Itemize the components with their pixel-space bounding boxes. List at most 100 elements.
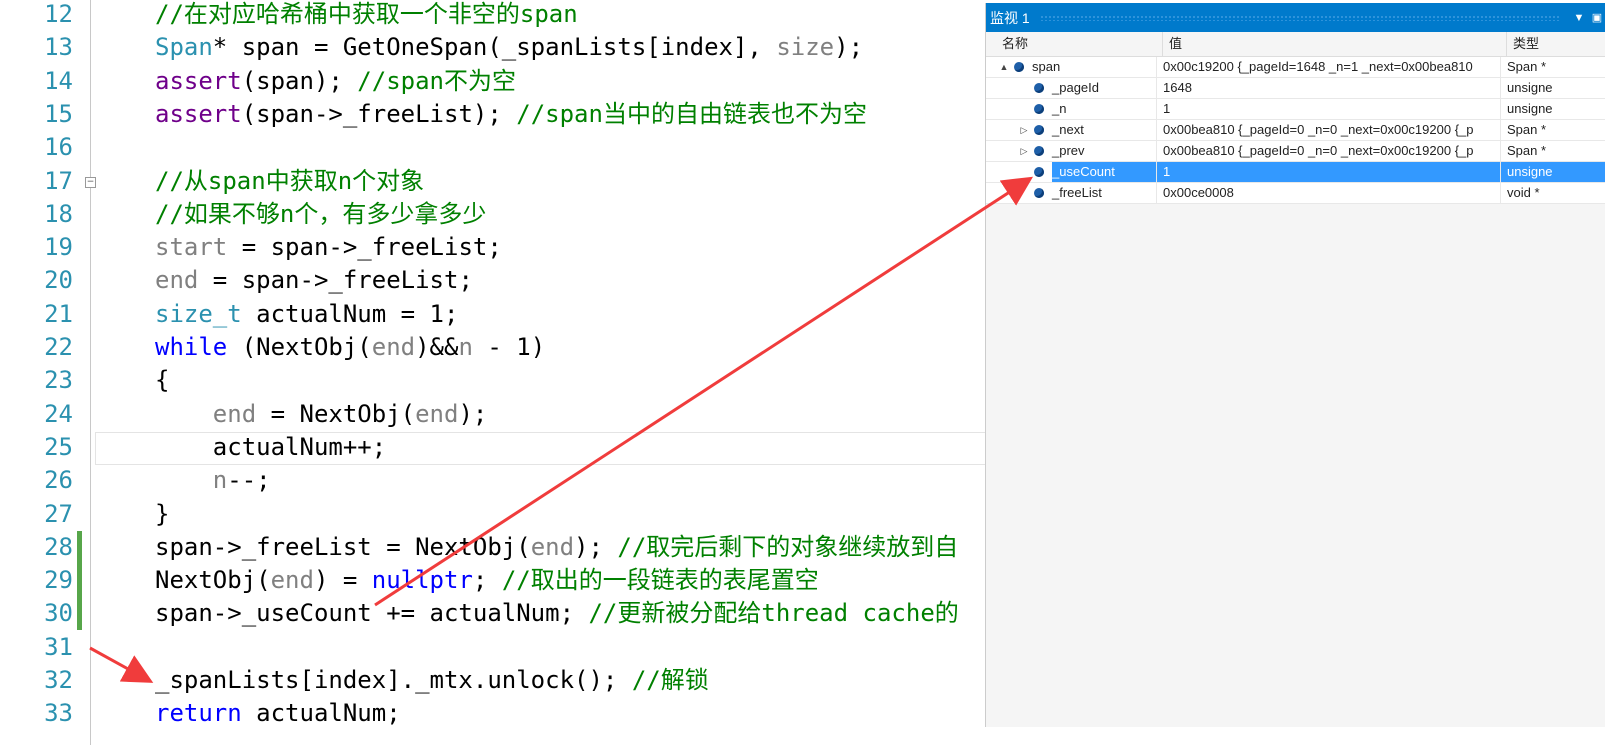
token-param: end <box>530 532 575 561</box>
watch-name: _freeList <box>1052 185 1102 200</box>
line-number: 24 <box>44 399 73 428</box>
line-number: 26 <box>44 466 73 495</box>
watch-row[interactable]: ▷ _next 0x00bea810 {_pageId=0 _n=0 _next=0… <box>986 120 1605 141</box>
code-line[interactable]: 23 { <box>0 364 1000 397</box>
watch-name-cell: _n <box>986 99 1157 119</box>
code-text: return actualNum; <box>155 697 401 730</box>
code-line[interactable]: 24 end = NextObj(end); <box>0 398 1000 431</box>
watch-value[interactable]: 1 <box>1157 99 1501 119</box>
code-text: assert(span); //span不为空 <box>155 65 516 98</box>
token-param: end <box>415 399 459 428</box>
token-plain: = span->_freeList; <box>227 233 502 262</box>
watch-value[interactable]: 1648 <box>1157 78 1501 98</box>
code-line[interactable]: 14 assert(span); //span不为空 <box>0 65 1000 98</box>
token-param: end <box>270 566 314 595</box>
code-text: span->_useCount += actualNum; //更新被分配给th… <box>155 597 959 630</box>
code-line[interactable]: 30 span->_useCount += actualNum; //更新被分配给… <box>0 597 1000 630</box>
header-value[interactable]: 值 <box>1163 32 1507 56</box>
dropdown-icon[interactable]: ▼ <box>1570 12 1588 24</box>
line-number: 18 <box>44 199 73 228</box>
expand-toggle-icon[interactable]: ▲ <box>998 57 1010 77</box>
line-number: 19 <box>44 233 73 262</box>
header-name[interactable]: 名称 <box>986 32 1163 56</box>
watch-value[interactable]: 1 <box>1157 162 1501 182</box>
token-param: n <box>458 333 473 361</box>
code-line[interactable]: 28 span->_freeList = NextObj(end); //取完后剩… <box>0 531 1000 564</box>
code-line[interactable]: 13 Span* span = GetOneSpan(_spanLists[ind… <box>0 31 1000 64</box>
watch-window: 监视 1 ▼ ▣ 名称 值 类型 ▲ span 0x00c19200 {_pageI… <box>985 3 1605 727</box>
token-plain: --; <box>227 466 271 495</box>
token-macro: assert <box>155 99 242 128</box>
watch-value[interactable]: 0x00ce0008 <box>1157 183 1501 203</box>
line-number: 28 <box>44 532 73 561</box>
token-param: n <box>212 466 228 495</box>
token-plain: * span = GetOneSpan(_spanLists[index], <box>212 33 777 62</box>
code-line[interactable]: 27} <box>0 498 1000 531</box>
field-icon <box>1034 188 1044 198</box>
token-plain: actualNum; <box>241 699 401 728</box>
expand-toggle-icon[interactable]: ▷ <box>1018 120 1030 140</box>
watch-row[interactable]: _n 1 unsigne <box>986 99 1605 120</box>
code-line[interactable]: 12 //在对应哈希桶中获取一个非空的span <box>0 0 1000 31</box>
watch-value[interactable]: 0x00bea810 {_pageId=0 _n=0 _next=0x00c19… <box>1157 141 1501 161</box>
code-text: { <box>155 364 169 397</box>
line-number: 12 <box>44 0 73 28</box>
maximize-icon[interactable]: ▣ <box>1588 11 1605 24</box>
code-line[interactable]: 20 end = span->_freeList; <box>0 264 1000 297</box>
field-icon <box>1034 167 1044 177</box>
token-macro: assert <box>155 66 242 95</box>
code-text: span->_freeList = NextObj(end); //取完后剩下的… <box>155 531 958 564</box>
code-line[interactable]: 22 while (NextObj(end)&&n - 1) <box>0 331 1000 364</box>
token-plain: { <box>155 366 170 395</box>
code-line[interactable]: 32 _spanLists[index]._mtx.unlock(); //解锁 <box>0 664 1000 697</box>
field-icon <box>1034 83 1044 93</box>
code-text: assert(span->_freeList); //span当中的自由链表也不… <box>155 98 867 131</box>
watch-row[interactable]: _pageId 1648 unsigne <box>986 78 1605 99</box>
watch-value[interactable]: 0x00bea810 {_pageId=0 _n=0 _next=0x00c19… <box>1157 120 1501 140</box>
expand-toggle-icon[interactable]: ▷ <box>1018 141 1030 161</box>
header-type[interactable]: 类型 <box>1507 32 1605 56</box>
code-text: //从span中获取n个对象 <box>155 165 424 198</box>
line-number: 15 <box>44 99 73 128</box>
code-line[interactable]: 19 start = span->_freeList; <box>0 231 1000 264</box>
code-line[interactable]: 15 assert(span->_freeList); //span当中的自由链表… <box>0 98 1000 131</box>
line-number: 17 <box>44 166 73 195</box>
token-plain: (span); <box>241 66 358 95</box>
watch-title-bar[interactable]: 监视 1 ▼ ▣ <box>986 3 1605 32</box>
drag-grip[interactable] <box>1039 14 1560 21</box>
watch-type: unsigne <box>1501 99 1605 119</box>
line-number: 33 <box>44 699 73 728</box>
field-icon <box>1034 125 1044 135</box>
code-line[interactable]: 18 //如果不够n个，有多少拿多少 <box>0 198 1000 231</box>
token-comment: //更新被分配给thread cache的 <box>588 599 959 628</box>
token-plain: (NextObj( <box>227 333 372 361</box>
watch-row[interactable]: _freeList 0x00ce0008 void * <box>986 183 1605 204</box>
code-text: } <box>155 498 169 531</box>
code-line[interactable]: 25 actualNum++; <box>0 431 1000 464</box>
code-line[interactable]: 31 <box>0 631 1000 664</box>
code-line[interactable]: 17 //从span中获取n个对象 <box>0 165 1000 198</box>
token-param: end <box>155 266 199 295</box>
code-line[interactable]: 16 <box>0 131 1000 164</box>
code-text: NextObj(end) = nullptr; //取出的一段链表的表尾置空 <box>155 564 819 597</box>
watch-name: span <box>1032 59 1061 74</box>
code-text: //如果不够n个，有多少拿多少 <box>155 198 486 231</box>
token-plain: ) = <box>313 566 372 595</box>
code-text: _spanLists[index]._mtx.unlock(); //解锁 <box>155 664 709 697</box>
watch-row[interactable]: _useCount 1 unsigne <box>986 162 1605 183</box>
code-line[interactable]: 29 NextObj(end) = nullptr; //取出的一段链表的表尾置空 <box>0 564 1000 597</box>
watch-value[interactable]: 0x00c19200 {_pageId=1648 _n=1 _next=0x00… <box>1157 57 1501 77</box>
token-plain: span->_freeList = NextObj( <box>155 532 531 561</box>
watch-row[interactable]: ▲ span 0x00c19200 {_pageId=1648 _n=1 _next… <box>986 57 1605 78</box>
field-icon <box>1014 62 1024 72</box>
code-text: start = span->_freeList; <box>155 231 502 264</box>
watch-type: Span * <box>1501 57 1605 77</box>
code-line[interactable]: 21 size_t actualNum = 1; <box>0 298 1000 331</box>
line-number: 25 <box>44 432 73 461</box>
code-line[interactable]: 33 return actualNum; <box>0 697 1000 730</box>
watch-row[interactable]: ▷ _prev 0x00bea810 {_pageId=0 _n=0 _next=0… <box>986 141 1605 162</box>
token-plain: (span->_freeList); <box>241 99 517 128</box>
line-number: 13 <box>44 33 73 62</box>
code-line[interactable]: 26 n--; <box>0 464 1000 497</box>
